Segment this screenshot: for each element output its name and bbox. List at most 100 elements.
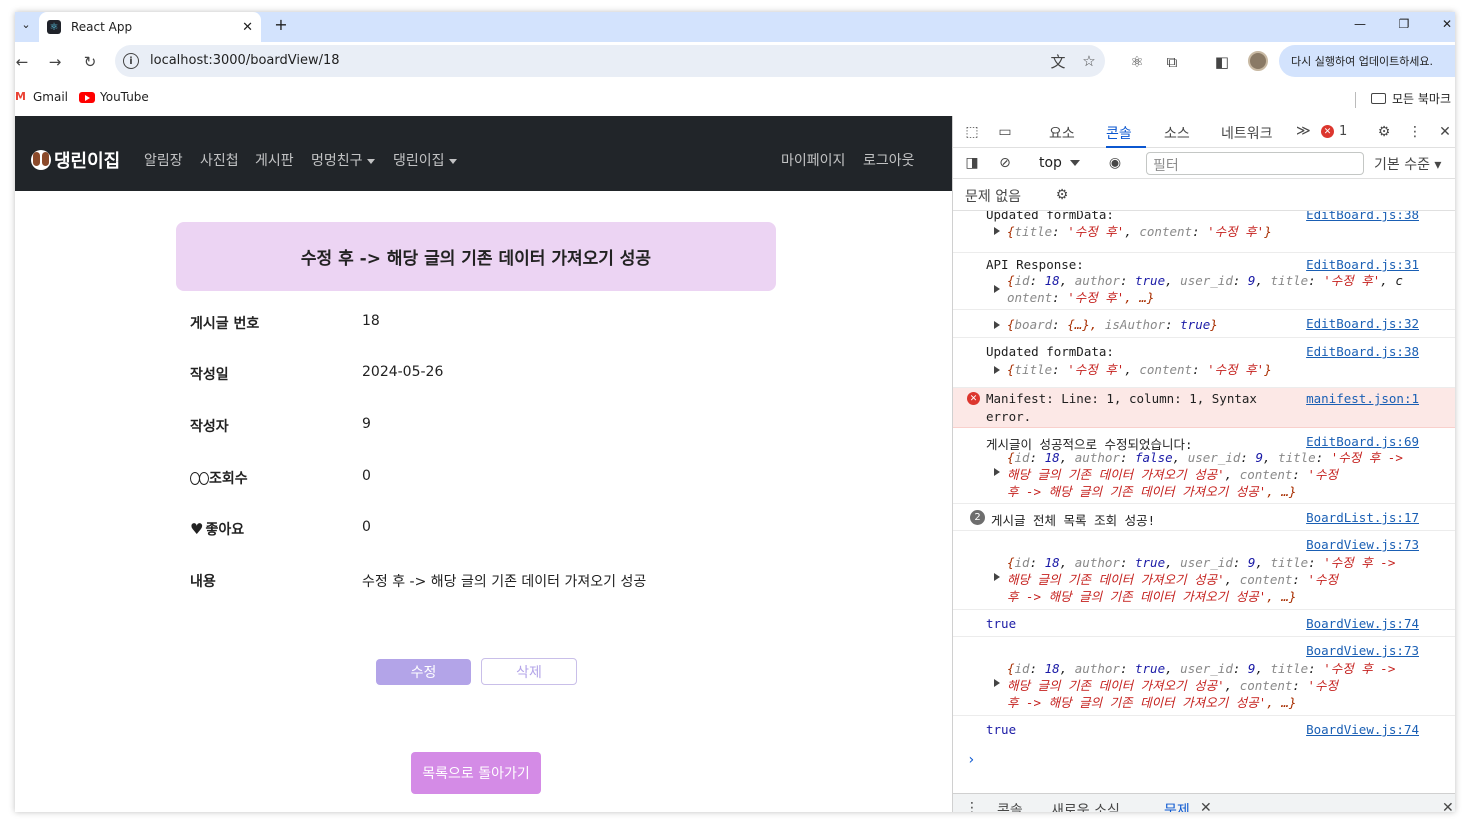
- extension-react-icon[interactable]: ⚛: [1126, 51, 1148, 73]
- error-text-line1: Manifest: Line: 1, column: 1, Syntax: [986, 391, 1257, 406]
- object-preview[interactable]: {title: '수정 후', content: '수정 후'}: [1007, 361, 1272, 378]
- object-preview[interactable]: {title: '수정 후', content: '수정 후'}: [1007, 223, 1272, 240]
- source-link[interactable]: BoardView.js:73: [1306, 643, 1419, 658]
- expand-arrow-icon[interactable]: [994, 366, 1000, 374]
- nav-kindergarten-dropdown[interactable]: 댕린이집: [393, 150, 457, 170]
- reload-icon[interactable]: ↻: [78, 50, 102, 74]
- drawer-tab-issues[interactable]: 문제: [1164, 800, 1190, 812]
- source-link[interactable]: BoardView.js:73: [1306, 537, 1419, 552]
- address-bar[interactable]: i localhost:3000/boardView/18 文 ☆: [115, 45, 1105, 77]
- inspect-element-icon[interactable]: ⬚: [962, 122, 982, 142]
- clear-console-icon[interactable]: ⊘: [995, 153, 1015, 173]
- log-level-label: 기본 수준: [1374, 157, 1430, 173]
- expand-arrow-icon[interactable]: [994, 468, 1000, 476]
- minimize-icon[interactable]: —: [1345, 12, 1375, 36]
- context-selector[interactable]: top: [1039, 155, 1080, 171]
- expand-arrow-icon[interactable]: [994, 227, 1000, 235]
- views-label-wrap: 조회수: [190, 468, 248, 488]
- error-badge-icon[interactable]: ✕: [1321, 125, 1334, 138]
- back-to-list-button[interactable]: 목록으로 돌아가기: [411, 752, 541, 794]
- maximize-icon[interactable]: ❐: [1389, 12, 1419, 36]
- settings-gear-icon[interactable]: ⚙: [1374, 122, 1394, 142]
- close-drawer-icon[interactable]: ✕: [1442, 800, 1454, 812]
- url-text[interactable]: localhost:3000/boardView/18: [150, 53, 340, 68]
- tab-close-icon[interactable]: ✕: [242, 20, 253, 35]
- source-link[interactable]: manifest.json:1: [1306, 391, 1419, 406]
- nav-logout[interactable]: 로그아웃: [863, 150, 915, 170]
- edit-button[interactable]: 수정: [376, 659, 471, 685]
- new-tab-button[interactable]: +: [271, 12, 291, 36]
- nav-mypage[interactable]: 마이페이지: [781, 150, 845, 170]
- nav-dog-friends-dropdown[interactable]: 멍멍친구: [311, 150, 375, 170]
- sidebar-toggle-icon[interactable]: ◨: [962, 153, 982, 173]
- object-preview[interactable]: {id: 18, author: true, user_id: 9, title…: [1007, 554, 1395, 605]
- device-toolbar-icon[interactable]: ▭: [995, 122, 1015, 142]
- expand-arrow-icon[interactable]: [994, 321, 1000, 329]
- more-tabs-icon[interactable]: ≫: [1296, 123, 1311, 139]
- console-message: Updated formData: EditBoard.js:38 {title…: [953, 338, 1455, 388]
- source-link[interactable]: EditBoard.js:38: [1306, 344, 1419, 359]
- source-link[interactable]: BoardView.js:74: [1306, 616, 1419, 631]
- nav-board[interactable]: 게시판: [255, 150, 294, 170]
- nav-album[interactable]: 사진첩: [200, 150, 239, 170]
- tab-elements[interactable]: 요소: [1049, 123, 1075, 143]
- back-arrow-icon[interactable]: ←: [15, 50, 34, 74]
- tab-sources[interactable]: 소스: [1164, 123, 1190, 143]
- object-preview[interactable]: {id: 18, author: false, user_id: 9, titl…: [1007, 449, 1403, 500]
- bookmark-youtube[interactable]: YouTube: [79, 90, 149, 104]
- update-button[interactable]: 다시 실행하여 업데이트하세요.: [1279, 45, 1455, 77]
- folder-icon: [1371, 93, 1386, 104]
- no-issues-text: 문제 없음: [965, 189, 1021, 205]
- chevron-down-icon: [366, 158, 375, 164]
- error-count[interactable]: 1: [1339, 124, 1347, 139]
- drawer-tab-close-icon[interactable]: ✕: [1200, 800, 1212, 812]
- close-devtools-icon[interactable]: ✕: [1435, 122, 1455, 142]
- side-panel-icon[interactable]: ◧: [1211, 51, 1233, 73]
- all-bookmarks-button[interactable]: 모든 북마크: [1371, 90, 1451, 107]
- source-link[interactable]: BoardView.js:74: [1306, 722, 1419, 737]
- tab-search-icon[interactable]: ⌄: [15, 12, 37, 36]
- browser-tab[interactable]: ⚛ React App ✕: [39, 12, 261, 42]
- more-options-icon[interactable]: ⋮: [1405, 122, 1425, 142]
- forward-arrow-icon[interactable]: →: [43, 50, 67, 74]
- console-message: 게시글이 성공적으로 수정되었습니다: EditBoard.js:69 {id:…: [953, 428, 1455, 504]
- filter-input[interactable]: 필터: [1146, 152, 1364, 175]
- object-preview[interactable]: {id: 18, author: true, user_id: 9, title…: [1007, 660, 1395, 711]
- log-level-dropdown[interactable]: 기본 수준 ▾: [1374, 154, 1441, 174]
- message-text: Updated formData:: [986, 344, 1114, 359]
- source-link[interactable]: EditBoard.js:31: [1306, 257, 1419, 272]
- console-settings-gear-icon[interactable]: ⚙: [1052, 185, 1072, 205]
- object-preview[interactable]: {board: {…}, isAuthor: true}: [1007, 316, 1218, 333]
- live-expression-eye-icon[interactable]: ◉: [1105, 153, 1125, 173]
- console-filter-bar: ◨ ⊘ top ◉ 필터 기본 수준 ▾: [953, 148, 1455, 179]
- source-link[interactable]: BoardList.js:17: [1306, 510, 1419, 525]
- bookmark-gmail[interactable]: M Gmail: [15, 90, 68, 104]
- bookmark-star-icon[interactable]: ☆: [1079, 51, 1099, 71]
- expand-arrow-icon[interactable]: [994, 679, 1000, 687]
- expand-arrow-icon[interactable]: [994, 573, 1000, 581]
- console-message: true BoardView.js:74: [953, 610, 1455, 637]
- close-window-icon[interactable]: ✕: [1432, 12, 1455, 36]
- site-info-icon[interactable]: i: [123, 53, 139, 69]
- source-link[interactable]: EditBoard.js:32: [1306, 316, 1419, 331]
- drawer-tab-whats-new[interactable]: 새로운 소식: [1051, 800, 1120, 812]
- youtube-icon: [79, 91, 95, 103]
- drawer-menu-icon[interactable]: ⋮: [965, 800, 979, 812]
- brand-link[interactable]: 댕린이집: [31, 147, 120, 173]
- source-link[interactable]: EditBoard.js:38: [1306, 211, 1419, 222]
- tab-network[interactable]: 네트워크: [1221, 123, 1273, 143]
- message-text: Updated formData:: [986, 211, 1114, 222]
- console-prompt-chevron-icon[interactable]: ›: [967, 752, 975, 768]
- gmail-icon: M: [15, 90, 26, 103]
- bookmark-gmail-label: Gmail: [33, 90, 69, 104]
- nav-notice[interactable]: 알림장: [144, 150, 183, 170]
- tab-console[interactable]: 콘솔: [1106, 123, 1132, 143]
- drawer-tab-console[interactable]: 콘솔: [997, 800, 1023, 812]
- extensions-puzzle-icon[interactable]: ⧉: [1161, 51, 1183, 73]
- profile-avatar[interactable]: [1248, 51, 1268, 71]
- object-preview[interactable]: {id: 18, author: true, user_id: 9, title…: [1007, 272, 1403, 306]
- source-link[interactable]: EditBoard.js:69: [1306, 434, 1419, 449]
- delete-button[interactable]: 삭제: [481, 658, 577, 685]
- expand-arrow-icon[interactable]: [994, 285, 1000, 293]
- translate-icon[interactable]: 文: [1048, 51, 1068, 71]
